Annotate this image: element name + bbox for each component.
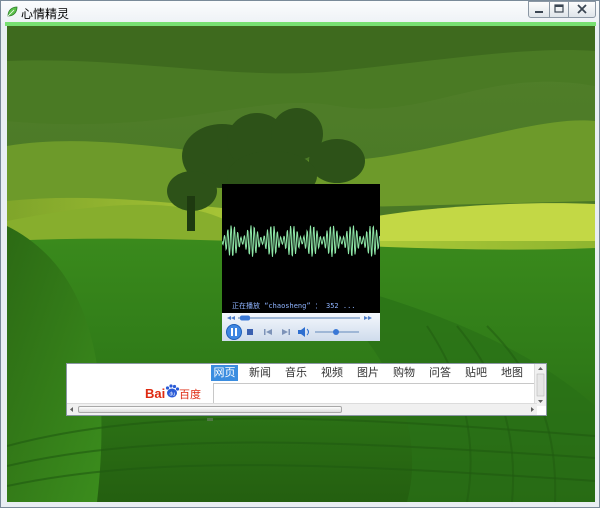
tab-news[interactable]: 新闻 bbox=[246, 365, 274, 381]
scroll-right-icon[interactable] bbox=[526, 404, 537, 415]
scroll-up-icon bbox=[538, 367, 543, 370]
pause-button[interactable] bbox=[226, 324, 242, 340]
leaf-icon bbox=[7, 6, 18, 17]
stop-icon[interactable] bbox=[247, 329, 253, 335]
window-title: 心情精灵 bbox=[21, 7, 70, 21]
scroll-thumb bbox=[536, 373, 545, 397]
music-player[interactable]: 正在播放 “chaosheng” ： 352 ... bbox=[221, 184, 381, 341]
volume-icon[interactable] bbox=[298, 327, 309, 337]
vertical-scrollbar[interactable] bbox=[534, 364, 546, 406]
svg-text:du: du bbox=[170, 392, 176, 398]
grip-icon bbox=[207, 418, 213, 421]
tab-map[interactable]: 地图 bbox=[498, 365, 526, 381]
scroll-down-icon bbox=[538, 400, 543, 403]
app-window: 心情精灵 正在播放 “chaosheng” ： 352 ... Bai du 百… bbox=[0, 0, 600, 508]
tab-tieba[interactable]: 贴吧 bbox=[462, 365, 490, 381]
minimize-button[interactable] bbox=[528, 1, 550, 18]
rewind-icon[interactable] bbox=[227, 316, 235, 320]
baidu-logo: Bai du 百度 bbox=[145, 384, 201, 401]
previous-icon[interactable] bbox=[264, 329, 272, 335]
maximize-button[interactable] bbox=[549, 1, 569, 18]
player-controls bbox=[222, 313, 380, 341]
tab-web[interactable]: 网页 bbox=[211, 365, 238, 381]
svg-text:百度: 百度 bbox=[179, 387, 201, 401]
tab-video[interactable]: 视频 bbox=[318, 365, 346, 381]
horizontal-scroll-thumb[interactable] bbox=[78, 406, 342, 421]
volume-slider[interactable] bbox=[315, 329, 359, 335]
tab-qa[interactable]: 问答 bbox=[426, 365, 454, 381]
waveform bbox=[221, 225, 381, 257]
title-bar[interactable]: 心情精灵 bbox=[1, 1, 599, 23]
seek-slider[interactable] bbox=[238, 315, 360, 321]
now-playing-text: 正在播放 “chaosheng” ： 352 ... bbox=[232, 302, 356, 310]
fast-forward-icon[interactable] bbox=[364, 316, 372, 320]
close-button[interactable] bbox=[568, 1, 596, 18]
tab-shopping[interactable]: 购物 bbox=[390, 365, 418, 381]
embedded-browser: Bai du 百度 网页 新闻 音乐 视频 图片 购物 问答 贴吧 地图 bbox=[66, 363, 547, 421]
tab-images[interactable]: 图片 bbox=[354, 365, 382, 381]
waveform-display bbox=[221, 184, 381, 313]
maximize-icon bbox=[554, 4, 564, 13]
scroll-left-icon[interactable] bbox=[67, 404, 78, 415]
close-icon bbox=[577, 4, 587, 14]
tab-music[interactable]: 音乐 bbox=[282, 365, 310, 381]
horizontal-scrollbar[interactable] bbox=[67, 403, 537, 421]
next-icon[interactable] bbox=[282, 329, 290, 335]
minimize-icon bbox=[535, 11, 543, 13]
svg-text:Bai: Bai bbox=[145, 386, 165, 401]
